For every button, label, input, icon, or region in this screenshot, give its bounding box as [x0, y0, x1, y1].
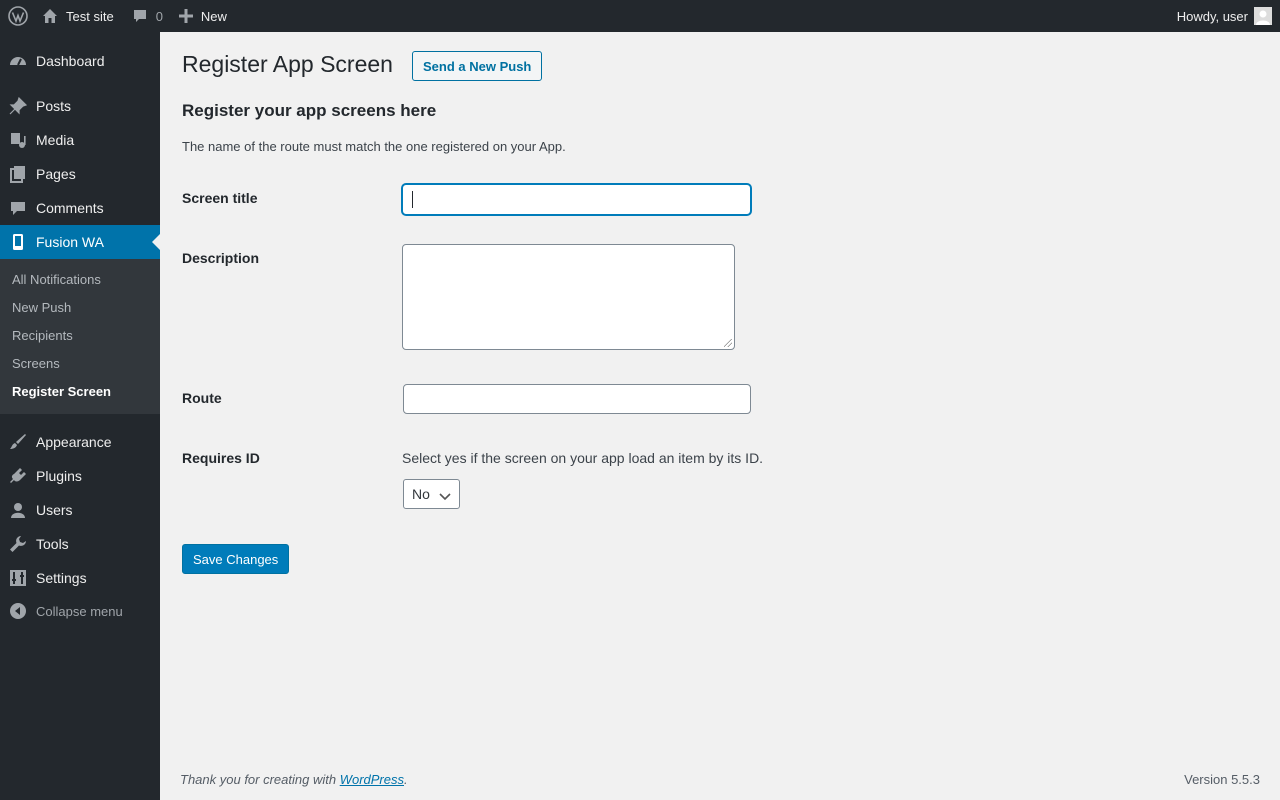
sidebar-item-posts[interactable]: Posts — [0, 89, 160, 123]
footer-thanks-suffix: . — [404, 772, 408, 787]
admin-bar: Test site 0 New Howdy, user — [0, 0, 1280, 32]
comments-link[interactable]: 0 — [122, 0, 171, 32]
media-icon — [0, 123, 36, 157]
pushpin-icon — [0, 89, 36, 123]
sidebar-item-label: Fusion WA — [36, 234, 104, 250]
sidebar-item-appearance[interactable]: Appearance — [0, 425, 160, 459]
collapse-menu-button[interactable]: Collapse menu — [0, 594, 160, 628]
plugin-icon — [0, 459, 36, 493]
submenu-item-recipients[interactable]: Recipients — [12, 328, 73, 343]
dashboard-icon — [0, 44, 36, 78]
collapse-menu-label: Collapse menu — [36, 603, 123, 619]
sidebar-item-fusion-wa[interactable]: Fusion WA — [0, 225, 160, 259]
pages-icon — [0, 157, 36, 191]
sidebar-item-plugins[interactable]: Plugins — [0, 459, 160, 493]
sidebar-item-label: Appearance — [36, 434, 112, 450]
sidebar-item-dashboard[interactable]: Dashboard — [0, 44, 160, 78]
admin-sidebar: Dashboard Posts Media Pages Comments Fus… — [0, 32, 160, 800]
section-title: Register your app screens here — [182, 101, 437, 120]
howdy-label: Howdy, user — [1176, 8, 1248, 24]
submenu-item-screens[interactable]: Screens — [12, 356, 60, 371]
sidebar-item-label: Dashboard — [36, 53, 105, 69]
description-textarea[interactable] — [402, 244, 735, 350]
select-value: No — [412, 486, 430, 502]
screen-title-label: Screen title — [182, 190, 258, 206]
sidebar-item-pages[interactable]: Pages — [0, 157, 160, 191]
sidebar-item-comments[interactable]: Comments — [0, 191, 160, 225]
sidebar-item-settings[interactable]: Settings — [0, 561, 160, 595]
version-text: Version 5.5.3 — [1184, 772, 1260, 787]
sidebar-item-label: Media — [36, 132, 75, 148]
fusion-wa-submenu: All Notifications New Push Recipients Sc… — [0, 259, 160, 414]
site-name-label: Test site — [66, 8, 114, 24]
sidebar-item-label: Plugins — [36, 468, 82, 484]
avatar — [1254, 7, 1272, 25]
requires-id-select[interactable]: No — [403, 479, 460, 509]
users-icon — [0, 493, 36, 527]
footer-thanks-prefix: Thank you for creating with — [180, 772, 340, 787]
section-description: The name of the route must match the one… — [182, 139, 566, 154]
home-icon — [42, 8, 66, 24]
site-name-link[interactable]: Test site — [36, 0, 122, 32]
wordpress-logo-icon[interactable] — [0, 0, 36, 32]
mobile-icon — [0, 225, 36, 259]
sidebar-item-label: Comments — [36, 200, 104, 216]
submenu-item-register-screen[interactable]: Register Screen — [12, 384, 111, 399]
settings-icon — [0, 561, 36, 595]
comment-bubble-icon — [132, 8, 156, 24]
footer-thanks: Thank you for creating with WordPress. — [180, 772, 408, 787]
new-content-link[interactable]: New — [171, 0, 235, 32]
page-title: Register App Screen — [182, 51, 393, 77]
resize-grip-icon[interactable] — [724, 339, 732, 347]
submenu-item-new-push[interactable]: New Push — [12, 300, 71, 315]
submenu-item-all-notifications[interactable]: All Notifications — [12, 272, 101, 287]
sidebar-item-users[interactable]: Users — [0, 493, 160, 527]
sidebar-item-tools[interactable]: Tools — [0, 527, 160, 561]
text-caret — [412, 191, 413, 208]
paintbrush-icon — [0, 425, 36, 459]
description-label: Description — [182, 250, 260, 266]
screen-title-input[interactable] — [402, 184, 751, 215]
new-label: New — [200, 8, 227, 24]
sidebar-item-label: Users — [36, 502, 73, 518]
collapse-arrow-icon — [0, 603, 36, 619]
sidebar-item-label: Posts — [36, 98, 72, 114]
sidebar-item-label: Settings — [36, 570, 87, 586]
route-label: Route — [182, 390, 222, 406]
send-new-push-button[interactable]: Send a New Push — [412, 51, 543, 81]
wordpress-link[interactable]: WordPress — [340, 772, 404, 787]
wrench-icon — [0, 527, 36, 561]
chevron-down-icon — [439, 489, 451, 505]
comments-count: 0 — [155, 8, 163, 24]
route-input[interactable] — [403, 384, 751, 414]
sidebar-item-label: Pages — [36, 166, 76, 182]
plus-icon — [178, 9, 201, 23]
main-content: Register App Screen Send a New Push Regi… — [160, 32, 1280, 800]
account-menu[interactable]: Howdy, user — [1169, 0, 1280, 32]
sidebar-item-label: Tools — [36, 536, 69, 552]
requires-id-label: Requires ID — [182, 450, 260, 466]
save-changes-button[interactable]: Save Changes — [182, 544, 290, 574]
footer: Thank you for creating with WordPress. V… — [180, 772, 1260, 787]
comment-icon — [0, 191, 36, 225]
requires-id-help: Select yes if the screen on your app loa… — [402, 450, 764, 466]
sidebar-item-media[interactable]: Media — [0, 123, 160, 157]
